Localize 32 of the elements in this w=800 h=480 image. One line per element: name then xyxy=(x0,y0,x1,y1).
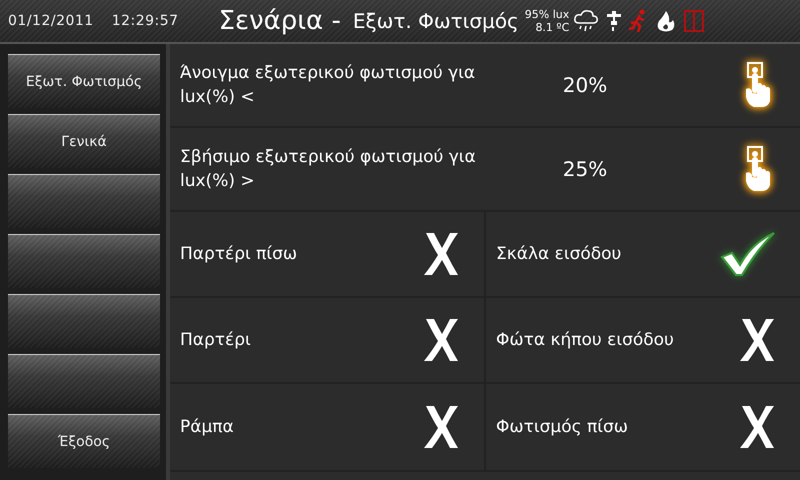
blank-menu-button[interactable] xyxy=(8,294,160,348)
temperature-text: 8.1 ºC xyxy=(535,21,570,34)
menu-button[interactable]: Έξοδος xyxy=(8,414,160,468)
light-level-text: 95% lux xyxy=(524,8,570,21)
setting-value: 25% xyxy=(562,157,608,181)
cross-icon[interactable] xyxy=(422,404,460,450)
setting-label: Άνοιγμα εξωτερικού φωτισμού για lux(%) < xyxy=(179,62,476,109)
flame-icon xyxy=(655,9,678,33)
time-text: 12:29:57 xyxy=(112,13,179,29)
checkmark-icon[interactable] xyxy=(720,231,776,277)
cross-icon[interactable] xyxy=(422,317,460,363)
light-label: Φωτισμός πίσω xyxy=(495,416,628,439)
menu-button[interactable]: Εξωτ. Φωτισμός xyxy=(8,54,160,108)
light-label: Σκάλα εισόδου xyxy=(495,243,622,266)
cross-icon[interactable] xyxy=(738,404,776,450)
menu-button[interactable]: Γενικά xyxy=(8,114,160,168)
cross-icon[interactable] xyxy=(738,317,776,363)
cross-icon[interactable] xyxy=(422,231,460,277)
light-label: Παρτέρι πίσω xyxy=(179,243,298,266)
light-label: Ράμπα xyxy=(179,416,234,439)
page-subtitle: Εξωτ. Φωτισμός xyxy=(352,9,519,33)
date-text: 01/12/2011 xyxy=(8,13,94,29)
blank-menu-button[interactable] xyxy=(8,234,160,288)
light-label: Παρτέρι xyxy=(179,329,251,352)
light-label: Φώτα κήπου εισόδου xyxy=(495,329,674,352)
setting-value: 20% xyxy=(562,73,608,97)
rain-cloud-icon xyxy=(573,9,600,33)
setting-label: Σβήσιμο εξωτερικού φωτισμού για lux(%) > xyxy=(179,146,477,193)
page-title: Σενάρια - xyxy=(218,6,341,36)
blank-menu-button[interactable] xyxy=(8,354,160,408)
door-icon xyxy=(683,9,706,33)
blank-menu-button[interactable] xyxy=(8,174,160,228)
